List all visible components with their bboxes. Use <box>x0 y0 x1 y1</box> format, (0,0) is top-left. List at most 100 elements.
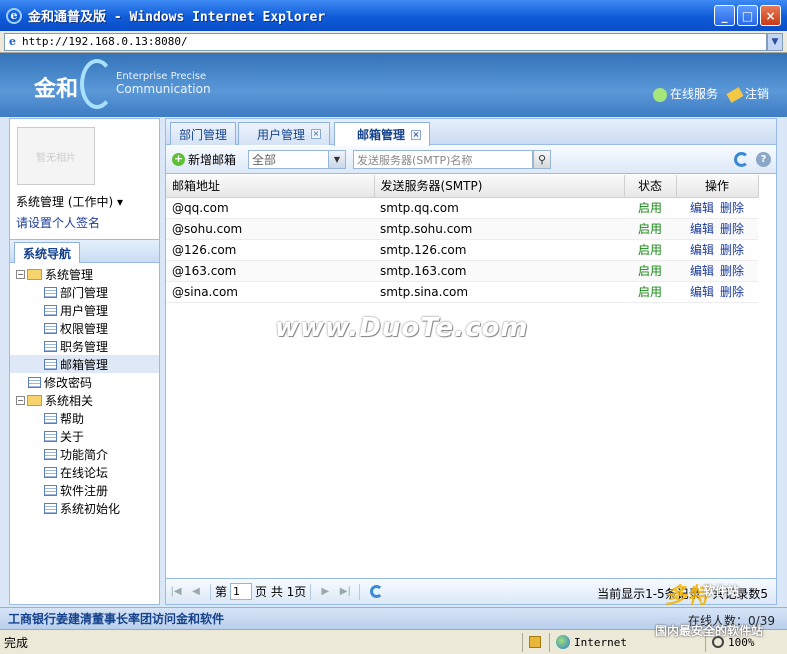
header-links: 在线服务 注销 <box>652 85 769 103</box>
online-service-link[interactable]: 在线服务 <box>652 85 718 102</box>
help-icon[interactable]: ? <box>756 152 771 167</box>
news-marquee-text[interactable]: 工商银行姜建清董事长率团访问金和软件 <box>8 610 224 627</box>
column-header-smtp[interactable]: 发送服务器(SMTP) <box>374 175 625 198</box>
page-list-icon <box>44 484 57 496</box>
header-banner: 金和 Enterprise Precise Communication 在线服务… <box>0 53 787 117</box>
logo-subtitle: Enterprise Precise Communication <box>116 71 211 95</box>
edit-link[interactable]: 编辑 <box>690 222 714 236</box>
page-icon: e <box>9 35 16 48</box>
tab-mailbox[interactable]: 邮箱管理 × <box>334 122 430 146</box>
cell-status[interactable]: 启用 <box>624 239 676 261</box>
nav-tree-item[interactable]: − 系统相关 <box>10 391 159 409</box>
close-tab-icon[interactable]: × <box>411 129 421 140</box>
nav-tree-label: 软件注册 <box>60 483 109 498</box>
tab-department[interactable]: 部门管理 <box>170 122 237 145</box>
address-bar: e http://192.168.0.13:8080/ ▼ <box>0 31 787 53</box>
nav-tree-item[interactable]: 在线论坛 <box>10 463 159 481</box>
nav-tree-item[interactable]: 系统初始化 <box>10 499 159 517</box>
nav-tree-label: 关于 <box>60 429 85 444</box>
nav-tree-item[interactable]: 用户管理 <box>10 301 159 319</box>
address-input[interactable]: e http://192.168.0.13:8080/ <box>4 32 767 51</box>
nav-tree-item[interactable]: − 系统管理 <box>10 265 159 283</box>
nav-tab[interactable]: 系统导航 <box>14 242 81 263</box>
nav-header: 系统导航 <box>10 239 159 263</box>
nav-tree-label: 在线论坛 <box>60 465 109 480</box>
edit-link[interactable]: 编辑 <box>690 243 714 257</box>
pager-refresh-icon[interactable] <box>370 585 384 598</box>
address-dropdown-icon[interactable]: ▼ <box>767 32 783 51</box>
user-role-dropdown[interactable]: 系统管理 (工作中) ▾ <box>16 193 123 210</box>
cell-status[interactable]: 启用 <box>624 197 676 219</box>
nav-tree-item[interactable]: 功能简介 <box>10 445 159 463</box>
maximize-button[interactable]: □ <box>737 5 758 26</box>
table-row[interactable]: @sohu.com smtp.sohu.com 启用 编辑 删除 <box>166 218 758 240</box>
table-row[interactable]: @126.com smtp.126.com 启用 编辑 删除 <box>166 239 758 261</box>
logo-text: 金和 <box>34 77 79 102</box>
nav-tree-label: 功能简介 <box>60 447 109 462</box>
mailbox-table: 邮箱地址 发送服务器(SMTP) 状态 操作 @qq.com smtp.qq.co… <box>166 175 759 303</box>
nav-tree-item[interactable]: 邮箱管理 <box>10 355 159 373</box>
table-row[interactable]: @163.com smtp.163.com 启用 编辑 删除 <box>166 260 758 282</box>
edit-link[interactable]: 编辑 <box>690 264 714 278</box>
set-signature-link[interactable]: 请设置个人签名 <box>16 214 100 231</box>
first-page-icon[interactable]: |◀ <box>170 586 182 598</box>
last-page-icon[interactable]: ▶| <box>339 586 351 598</box>
search-input[interactable]: 发送服务器(SMTP)名称 <box>353 150 533 169</box>
close-button[interactable]: × <box>760 5 781 26</box>
nav-tree-item[interactable]: 修改密码 <box>10 373 159 391</box>
corner-watermark: 多特 软件站 国内最安全的软件站 <box>655 578 785 644</box>
ie-icon: e <box>6 7 22 24</box>
delete-link[interactable]: 删除 <box>720 285 744 299</box>
cell-status[interactable]: 启用 <box>624 260 676 282</box>
nav-tree-item[interactable]: 软件注册 <box>10 481 159 499</box>
edit-link[interactable]: 编辑 <box>690 285 714 299</box>
delete-link[interactable]: 删除 <box>720 264 744 278</box>
page-label-prefix: 第 <box>215 585 228 599</box>
page-label-suffix: 页 共 1页 <box>255 585 307 599</box>
security-cell[interactable] <box>522 632 549 652</box>
cell-status[interactable]: 启用 <box>624 218 676 240</box>
mailbox-grid: 邮箱地址 发送服务器(SMTP) 状态 操作 @qq.com smtp.qq.co… <box>166 175 776 303</box>
nav-tree-item[interactable]: 权限管理 <box>10 319 159 337</box>
nav-tree-label: 系统管理 <box>45 267 94 282</box>
page-list-icon <box>44 322 57 334</box>
corner-watermark-slogan: 国内最安全的软件站 <box>655 624 764 638</box>
user-photo: 暂无相片 <box>17 127 95 185</box>
lock-icon <box>529 636 541 648</box>
minimize-button[interactable]: _ <box>714 5 735 26</box>
search-button[interactable]: ⚲ <box>533 150 551 169</box>
table-row[interactable]: @sina.com smtp.sina.com 启用 编辑 删除 <box>166 281 758 303</box>
tab-strip: 部门管理 用户管理 × 邮箱管理 × <box>166 119 776 146</box>
nav-tree-label: 权限管理 <box>60 321 109 336</box>
edit-link[interactable]: 编辑 <box>690 201 714 215</box>
close-tab-icon[interactable]: × <box>311 129 321 139</box>
logo-swirl-icon <box>80 59 114 109</box>
delete-link[interactable]: 删除 <box>720 243 744 257</box>
pager-divider <box>310 583 312 600</box>
address-url: http://192.168.0.13:8080/ <box>22 35 188 48</box>
collapse-icon[interactable]: − <box>16 269 25 279</box>
nav-tree-item[interactable]: 职务管理 <box>10 337 159 355</box>
delete-link[interactable]: 删除 <box>720 201 744 215</box>
table-row[interactable]: @qq.com smtp.qq.com 启用 编辑 删除 <box>166 197 758 219</box>
status-select[interactable]: 全部 ▼ <box>248 150 346 169</box>
delete-link[interactable]: 删除 <box>720 222 744 236</box>
refresh-icon[interactable] <box>734 152 749 167</box>
column-header-actions[interactable]: 操作 <box>676 175 759 198</box>
window-title-bar[interactable]: e 金和通普及版 - Windows Internet Explorer _ □… <box>0 0 787 31</box>
page-number-input[interactable]: 1 <box>230 583 253 600</box>
column-header-status[interactable]: 状态 <box>624 175 677 198</box>
nav-tree-item[interactable]: 关于 <box>10 427 159 445</box>
watermark: www.DuoTe.com <box>275 313 529 343</box>
collapse-icon[interactable]: − <box>16 395 25 405</box>
logout-link[interactable]: 注销 <box>726 85 769 103</box>
cell-status[interactable]: 启用 <box>624 281 676 303</box>
page-list-icon <box>28 376 41 388</box>
column-header-email[interactable]: 邮箱地址 <box>166 175 375 198</box>
prev-page-icon[interactable]: ◀ <box>190 586 202 598</box>
next-page-icon[interactable]: ▶ <box>319 586 331 598</box>
tab-user[interactable]: 用户管理 × <box>238 122 330 145</box>
add-mailbox-button[interactable]: + 新增邮箱 <box>172 151 236 168</box>
nav-tree-item[interactable]: 帮助 <box>10 409 159 427</box>
nav-tree-item[interactable]: 部门管理 <box>10 283 159 301</box>
